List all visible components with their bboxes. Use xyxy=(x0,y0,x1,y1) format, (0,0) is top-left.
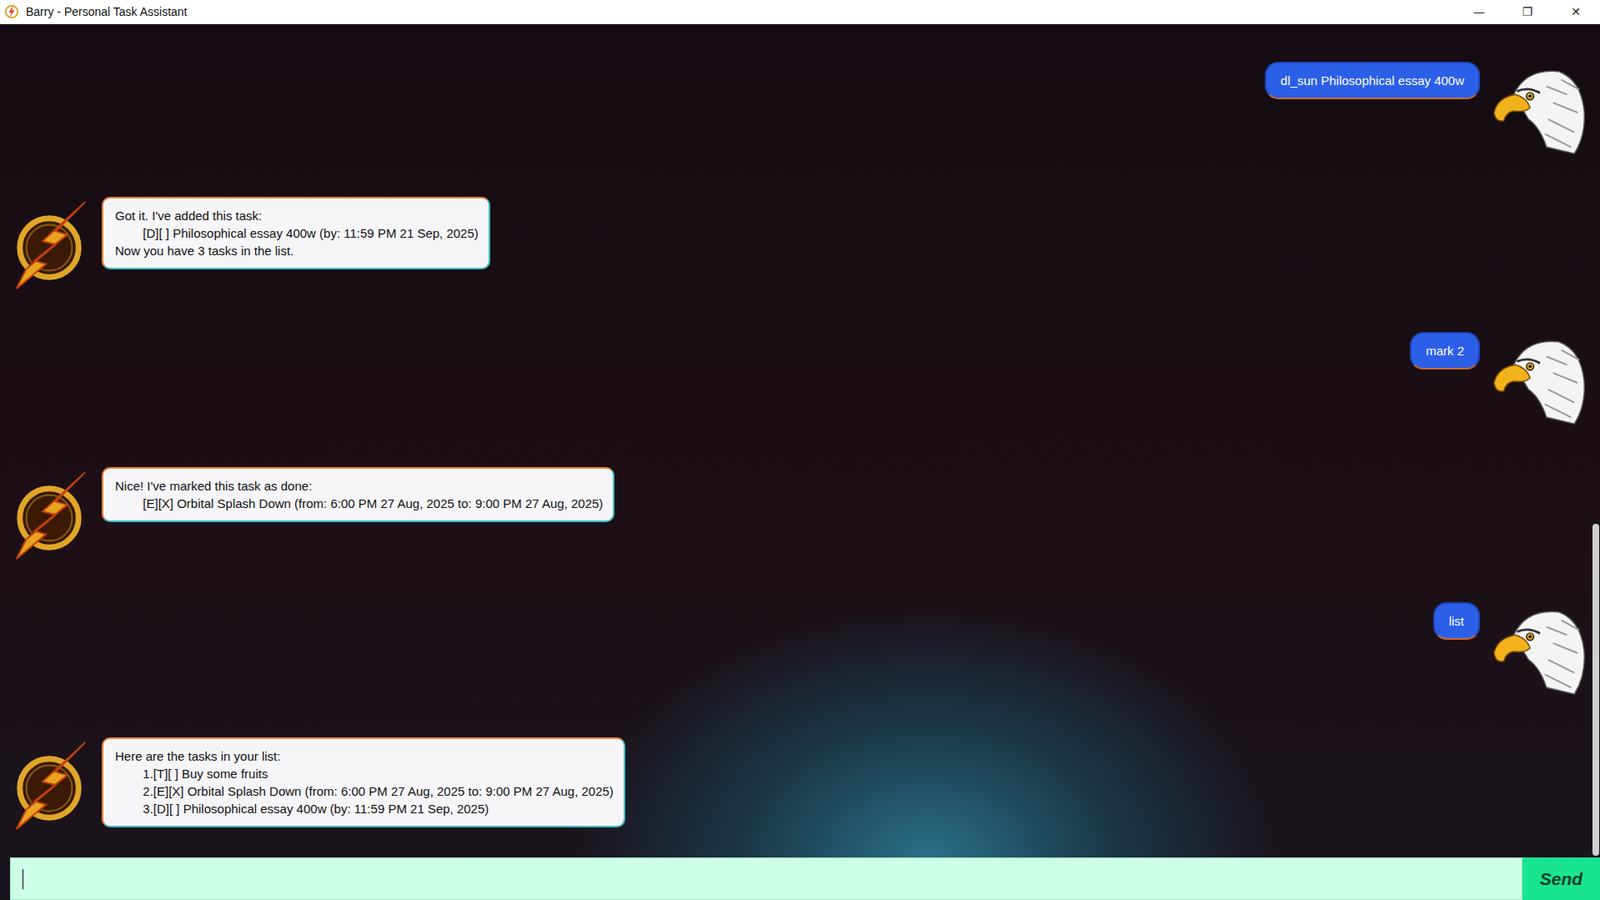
app-window: Barry - Personal Task Assistant —❐✕ dl_s… xyxy=(0,0,1600,900)
user-message-row: dl_sun Philosophical essay 400w xyxy=(0,46,1592,182)
input-bar: Send xyxy=(0,857,1600,900)
message-input[interactable] xyxy=(10,857,1523,900)
window-controls: —❐✕ xyxy=(1454,0,1600,24)
lightning-avatar-icon xyxy=(10,198,92,296)
scrollbar[interactable] xyxy=(1591,24,1600,858)
bot-message-row: Here are the tasks in your list: 1.[T][ … xyxy=(0,722,1592,858)
window-title: Barry - Personal Task Assistant xyxy=(25,5,1455,19)
title-bar: Barry - Personal Task Assistant —❐✕ xyxy=(0,0,1600,25)
window-control-button[interactable]: ❐ xyxy=(1503,0,1552,24)
user-message-row: list xyxy=(0,586,1592,723)
window-control-button[interactable]: ✕ xyxy=(1551,0,1600,24)
eagle-avatar-icon xyxy=(1486,331,1590,431)
chat-area: dl_sun Philosophical essay 400w Got it. … xyxy=(0,24,1600,858)
lightning-avatar-icon xyxy=(10,738,92,836)
user-message-row: mark 2 xyxy=(0,316,1592,452)
user-message-bubble: dl_sun Philosophical essay 400w xyxy=(1264,61,1480,100)
bot-message-bubble: Nice! I've marked this task as done: [E]… xyxy=(101,466,615,522)
lightning-avatar-icon xyxy=(10,468,92,566)
message-list: dl_sun Philosophical essay 400w Got it. … xyxy=(0,24,1592,858)
user-message-bubble: mark 2 xyxy=(1409,331,1480,370)
send-button[interactable]: Send xyxy=(1522,857,1600,900)
user-message-bubble: list xyxy=(1433,601,1480,640)
bot-message-bubble: Got it. I've added this task: [D][ ] Phi… xyxy=(101,196,491,270)
bot-message-row: Nice! I've marked this task as done: [E]… xyxy=(0,451,1592,587)
bot-message-bubble: Here are the tasks in your list: 1.[T][ … xyxy=(101,737,626,828)
window-control-button[interactable]: — xyxy=(1454,0,1504,24)
lightning-logo-icon xyxy=(4,4,20,20)
scrollbar-thumb[interactable] xyxy=(1592,523,1600,856)
eagle-avatar-icon xyxy=(1486,601,1590,701)
text-caret xyxy=(22,868,24,889)
bot-message-row: Got it. I've added this task: [D][ ] Phi… xyxy=(0,181,1592,317)
eagle-avatar-icon xyxy=(1486,61,1590,161)
